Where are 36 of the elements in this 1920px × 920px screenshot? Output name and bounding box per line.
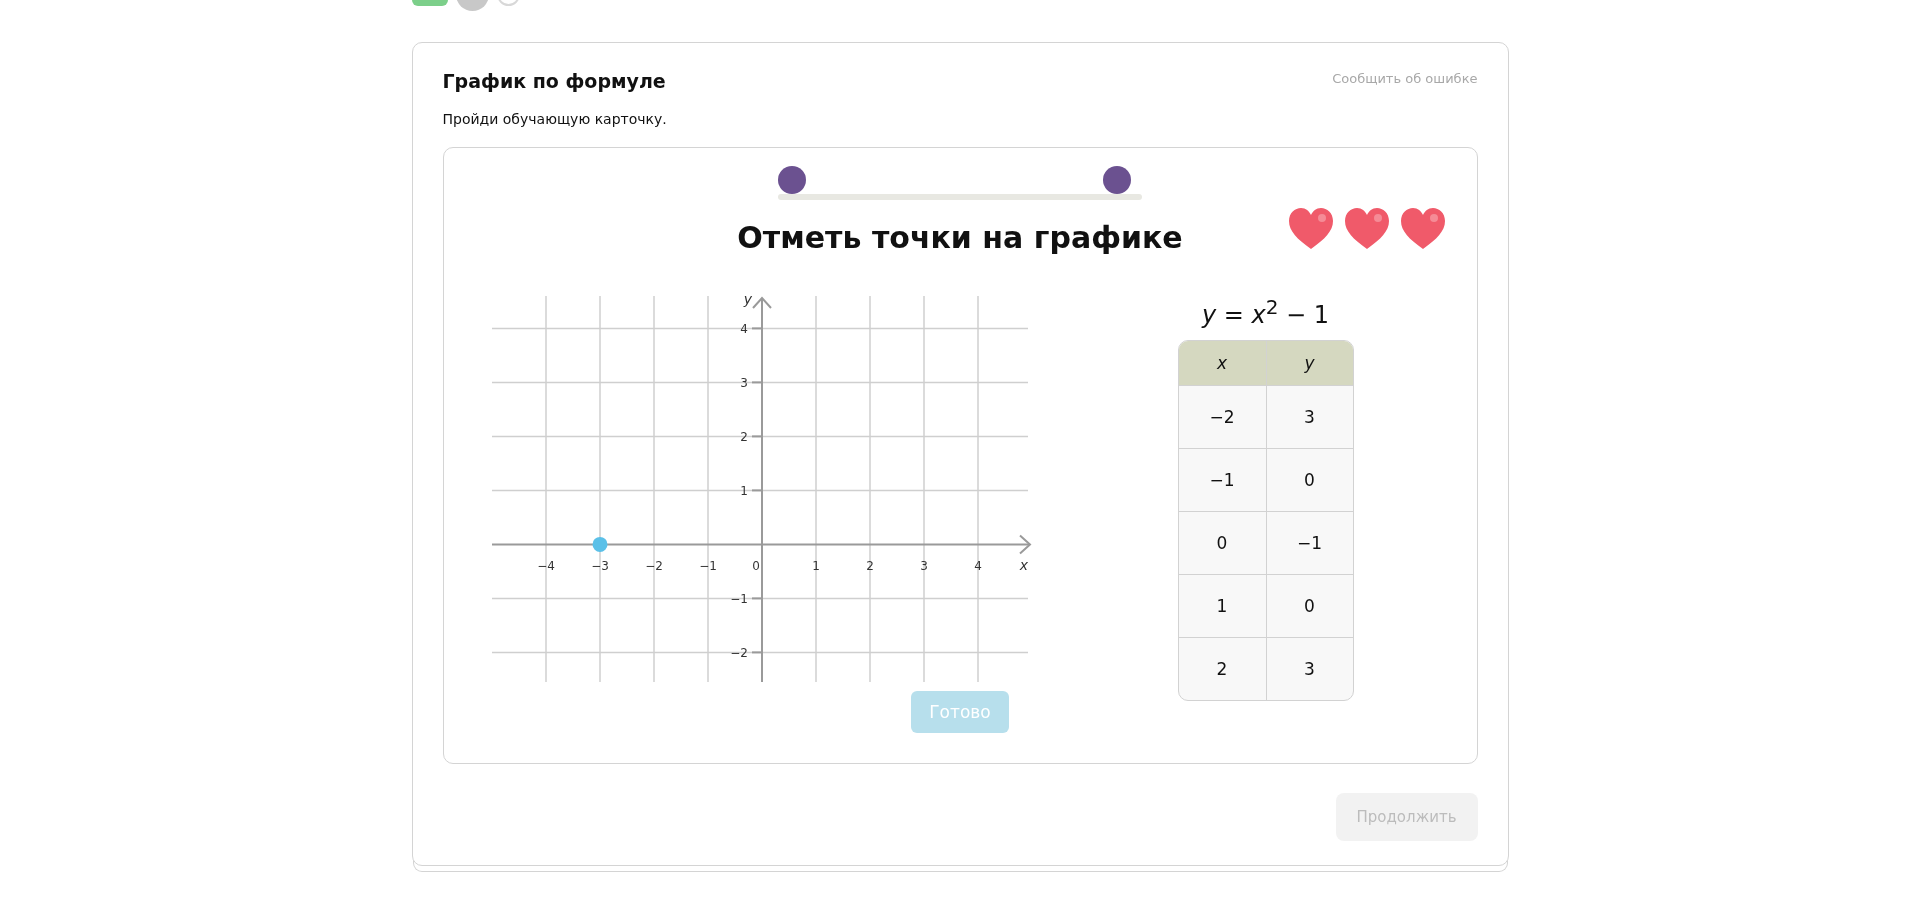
x-tick-label: −4: [536, 559, 555, 574]
y-tick-label: 3: [739, 376, 748, 391]
y-axis-label: y: [743, 296, 752, 307]
y-tick-label: −1: [729, 592, 748, 607]
card-subtitle: Пройди обучающую карточку.: [442, 110, 668, 129]
table-cell-text: 0: [1215, 532, 1229, 555]
x-tick-label: −1: [698, 559, 717, 574]
y-tick-label: 1: [739, 484, 748, 499]
x-tick-label: 3: [919, 559, 928, 574]
table-cell-text: 1: [1215, 595, 1229, 618]
table-cell: −1: [1265, 512, 1353, 574]
x-tick-label: −2: [644, 559, 663, 574]
table-cell-text: −2: [1208, 406, 1236, 429]
x-tick-label: 2: [865, 559, 874, 574]
task-heading: Отметь точки на графике: [737, 219, 1183, 257]
formula: y = x$^{2}$ − 1: [1201, 294, 1330, 331]
y-tick-label: −2: [729, 646, 748, 661]
table-cell: 3: [1265, 638, 1353, 700]
column-header: y: [1265, 341, 1353, 385]
table-cell: 3: [1265, 386, 1353, 448]
progress-start-knob: [778, 166, 806, 194]
x-tick-label: 4: [973, 559, 982, 574]
y-tick-label: 2: [739, 430, 748, 445]
table-cell-text: −1: [1208, 469, 1236, 492]
plotted-point[interactable]: [592, 536, 607, 552]
report-error-link[interactable]: Сообщить об ошибке: [1332, 71, 1478, 86]
table-cell: 0: [1265, 449, 1353, 511]
y-tick-label: 4: [739, 322, 748, 337]
x-tick-label: 0: [751, 559, 760, 574]
card-title: График по формуле: [442, 69, 666, 94]
x-axis-label: x: [1019, 557, 1028, 574]
column-header: x: [1215, 352, 1229, 375]
x-tick-label: −3: [590, 559, 609, 574]
table-cell: 0: [1265, 575, 1353, 637]
x-tick-label: 1: [811, 559, 820, 574]
table-cell-text: 2: [1215, 658, 1229, 681]
